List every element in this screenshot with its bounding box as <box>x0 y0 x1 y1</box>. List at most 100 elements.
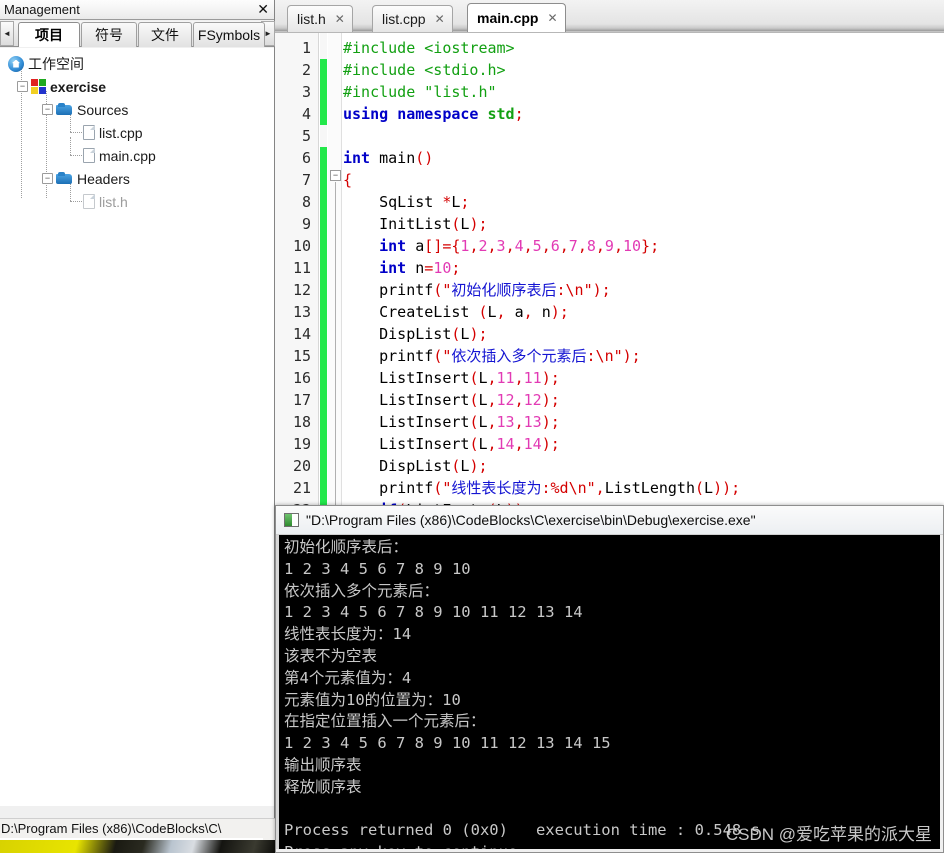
close-icon[interactable]: ✕ <box>547 12 557 24</box>
code-lines: #include <iostream> #include <stdio.h> #in… <box>343 33 944 520</box>
fold-column[interactable]: − <box>328 33 342 520</box>
change-marker <box>320 147 327 520</box>
code-line: #include <iostream> <box>343 39 515 57</box>
line-number: 8 <box>301 193 311 211</box>
file-icon <box>83 194 95 209</box>
console-line: 第4个元素值为：4 <box>284 668 412 687</box>
line-number: 10 <box>292 237 311 255</box>
change-marker-bar <box>320 33 327 520</box>
code-line: printf("初始化顺序表后:\n"); <box>379 281 611 299</box>
editor-tabstrip: list.h ✕ list.cpp ✕ main.cpp ✕ <box>275 0 944 32</box>
code-line: DispList(L); <box>379 457 488 475</box>
code-line: #include "list.h" <box>343 83 497 101</box>
console-output-area[interactable]: 初始化顺序表后： 1 2 3 4 5 6 7 8 9 10 依次插入多个元素后： 1 … <box>279 535 940 849</box>
line-number: 7 <box>301 171 311 189</box>
tree-item-list-h[interactable]: list.h <box>4 190 274 213</box>
tab-symbols[interactable]: 符号 <box>81 22 137 47</box>
console-line: Press any key to continue. <box>284 842 940 849</box>
file-icon <box>83 125 95 140</box>
console-line: 依次插入多个元素后： <box>284 581 440 600</box>
console-line: Process returned 0 (0x0) execution time … <box>284 821 760 840</box>
project-tree[interactable]: 工作空间 − exercise − Sources list.cpp main.… <box>0 48 274 806</box>
tree-item-workspace[interactable]: 工作空间 <box>4 52 274 75</box>
tree-item-headers[interactable]: − Headers <box>4 167 274 190</box>
tree-item-exercise[interactable]: − exercise <box>4 75 274 98</box>
line-number: 16 <box>292 369 311 387</box>
tab-files[interactable]: 文件 <box>138 22 192 47</box>
close-icon[interactable]: ✕ <box>257 1 269 17</box>
editor-tab-list-cpp[interactable]: list.cpp ✕ <box>372 5 453 32</box>
line-number: 11 <box>292 259 311 277</box>
tree-item-sources-label: Sources <box>77 101 129 118</box>
tree-item-headers-label: Headers <box>77 170 130 187</box>
console-title: "D:\Program Files (x86)\CodeBlocks\C\exe… <box>306 512 756 528</box>
code-line: printf("依次插入多个元素后:\n"); <box>379 347 641 365</box>
expander-toggle[interactable]: − <box>42 173 53 184</box>
expander-toggle[interactable]: − <box>42 104 53 115</box>
console-line: 元素值为10的位置为：10 <box>284 690 461 709</box>
line-number: 18 <box>292 413 311 431</box>
close-icon[interactable]: ✕ <box>435 13 445 25</box>
line-number: 5 <box>301 127 311 145</box>
tab-symbols-label: 符号 <box>95 27 123 43</box>
line-number: 2 <box>301 61 311 79</box>
folder-icon <box>56 103 73 116</box>
line-number: 9 <box>301 215 311 233</box>
app-window: Management ✕ ◄ ► 项目 符号 文件 FSymbols 工作空间 … <box>0 0 944 853</box>
tree-item-sources[interactable]: − Sources <box>4 98 274 121</box>
project-icon <box>31 79 46 94</box>
code-line: InitList(L); <box>379 215 488 233</box>
line-number: 12 <box>292 281 311 299</box>
line-number: 4 <box>301 105 311 123</box>
tab-fsymbols[interactable]: FSymbols <box>193 22 265 47</box>
tab-projects-label: 项目 <box>35 27 63 43</box>
code-line: DispList(L); <box>379 325 488 343</box>
close-icon[interactable]: ✕ <box>335 13 345 25</box>
management-title: Management <box>4 2 80 17</box>
tree-item-list-cpp[interactable]: list.cpp <box>4 121 274 144</box>
chevron-left-icon[interactable]: ◄ <box>0 21 14 46</box>
code-line: ListInsert(L,14,14); <box>379 435 560 453</box>
code-line: ListInsert(L,11,11); <box>379 369 560 387</box>
code-line: { <box>343 171 353 189</box>
tree-item-list-h-label: list.h <box>99 193 128 210</box>
console-line: 初始化顺序表后： <box>284 538 409 556</box>
tab-fsymbols-label: FSymbols <box>197 27 261 43</box>
desktop-wallpaper-strip <box>0 840 275 853</box>
line-number: 21 <box>292 479 311 497</box>
console-line: 1 2 3 4 5 6 7 8 9 10 <box>284 559 471 578</box>
code-line: ListInsert(L,13,13); <box>379 413 560 431</box>
console-titlebar: "D:\Program Files (x86)\CodeBlocks\C\exe… <box>276 506 943 535</box>
tree-item-workspace-label: 工作空间 <box>28 55 84 72</box>
editor-tab-main-cpp[interactable]: main.cpp ✕ <box>467 3 566 32</box>
code-editor: list.h ✕ list.cpp ✕ main.cpp ✕ − #includ… <box>275 0 944 520</box>
console-line: 释放顺序表 <box>284 777 362 796</box>
tree-item-main-cpp[interactable]: main.cpp <box>4 144 274 167</box>
line-numbers: 1234567891011121314151617181920212223 <box>275 33 319 520</box>
code-line: #include <stdio.h> <box>343 61 506 79</box>
tree-item-main-cpp-label: main.cpp <box>99 147 156 164</box>
code-line: using namespace std; <box>343 105 524 123</box>
console-window[interactable]: "D:\Program Files (x86)\CodeBlocks\C\exe… <box>275 505 944 853</box>
code-line: SqList *L; <box>379 193 470 211</box>
fold-guide <box>335 182 336 520</box>
expander-toggle[interactable]: − <box>17 81 28 92</box>
code-line: int n=10; <box>379 259 461 277</box>
editor-tab-list-h[interactable]: list.h ✕ <box>287 5 353 32</box>
console-line: 1 2 3 4 5 6 7 8 9 10 11 12 13 14 15 <box>284 734 611 753</box>
line-number: 14 <box>292 325 311 343</box>
code-pane[interactable]: − #include <iostream> #include <stdio.h> #… <box>275 32 944 520</box>
code-line: CreateList (L, a, n); <box>379 303 569 321</box>
console-line: 在指定位置插入一个元素后： <box>284 712 486 731</box>
code-line: printf("线性表长度为:%d\n",ListLength(L)); <box>379 479 741 497</box>
line-number: 20 <box>292 457 311 475</box>
management-panel: Management ✕ ◄ ► 项目 符号 文件 FSymbols 工作空间 … <box>0 0 275 818</box>
code-line: ListInsert(L,12,12); <box>379 391 560 409</box>
tree-item-list-cpp-label: list.cpp <box>99 124 143 141</box>
console-line: 1 2 3 4 5 6 7 8 9 10 11 12 13 14 <box>284 603 583 622</box>
tab-projects[interactable]: 项目 <box>18 22 80 47</box>
line-number: 19 <box>292 435 311 453</box>
fold-toggle-icon[interactable]: − <box>330 170 341 181</box>
home-icon <box>8 55 24 72</box>
